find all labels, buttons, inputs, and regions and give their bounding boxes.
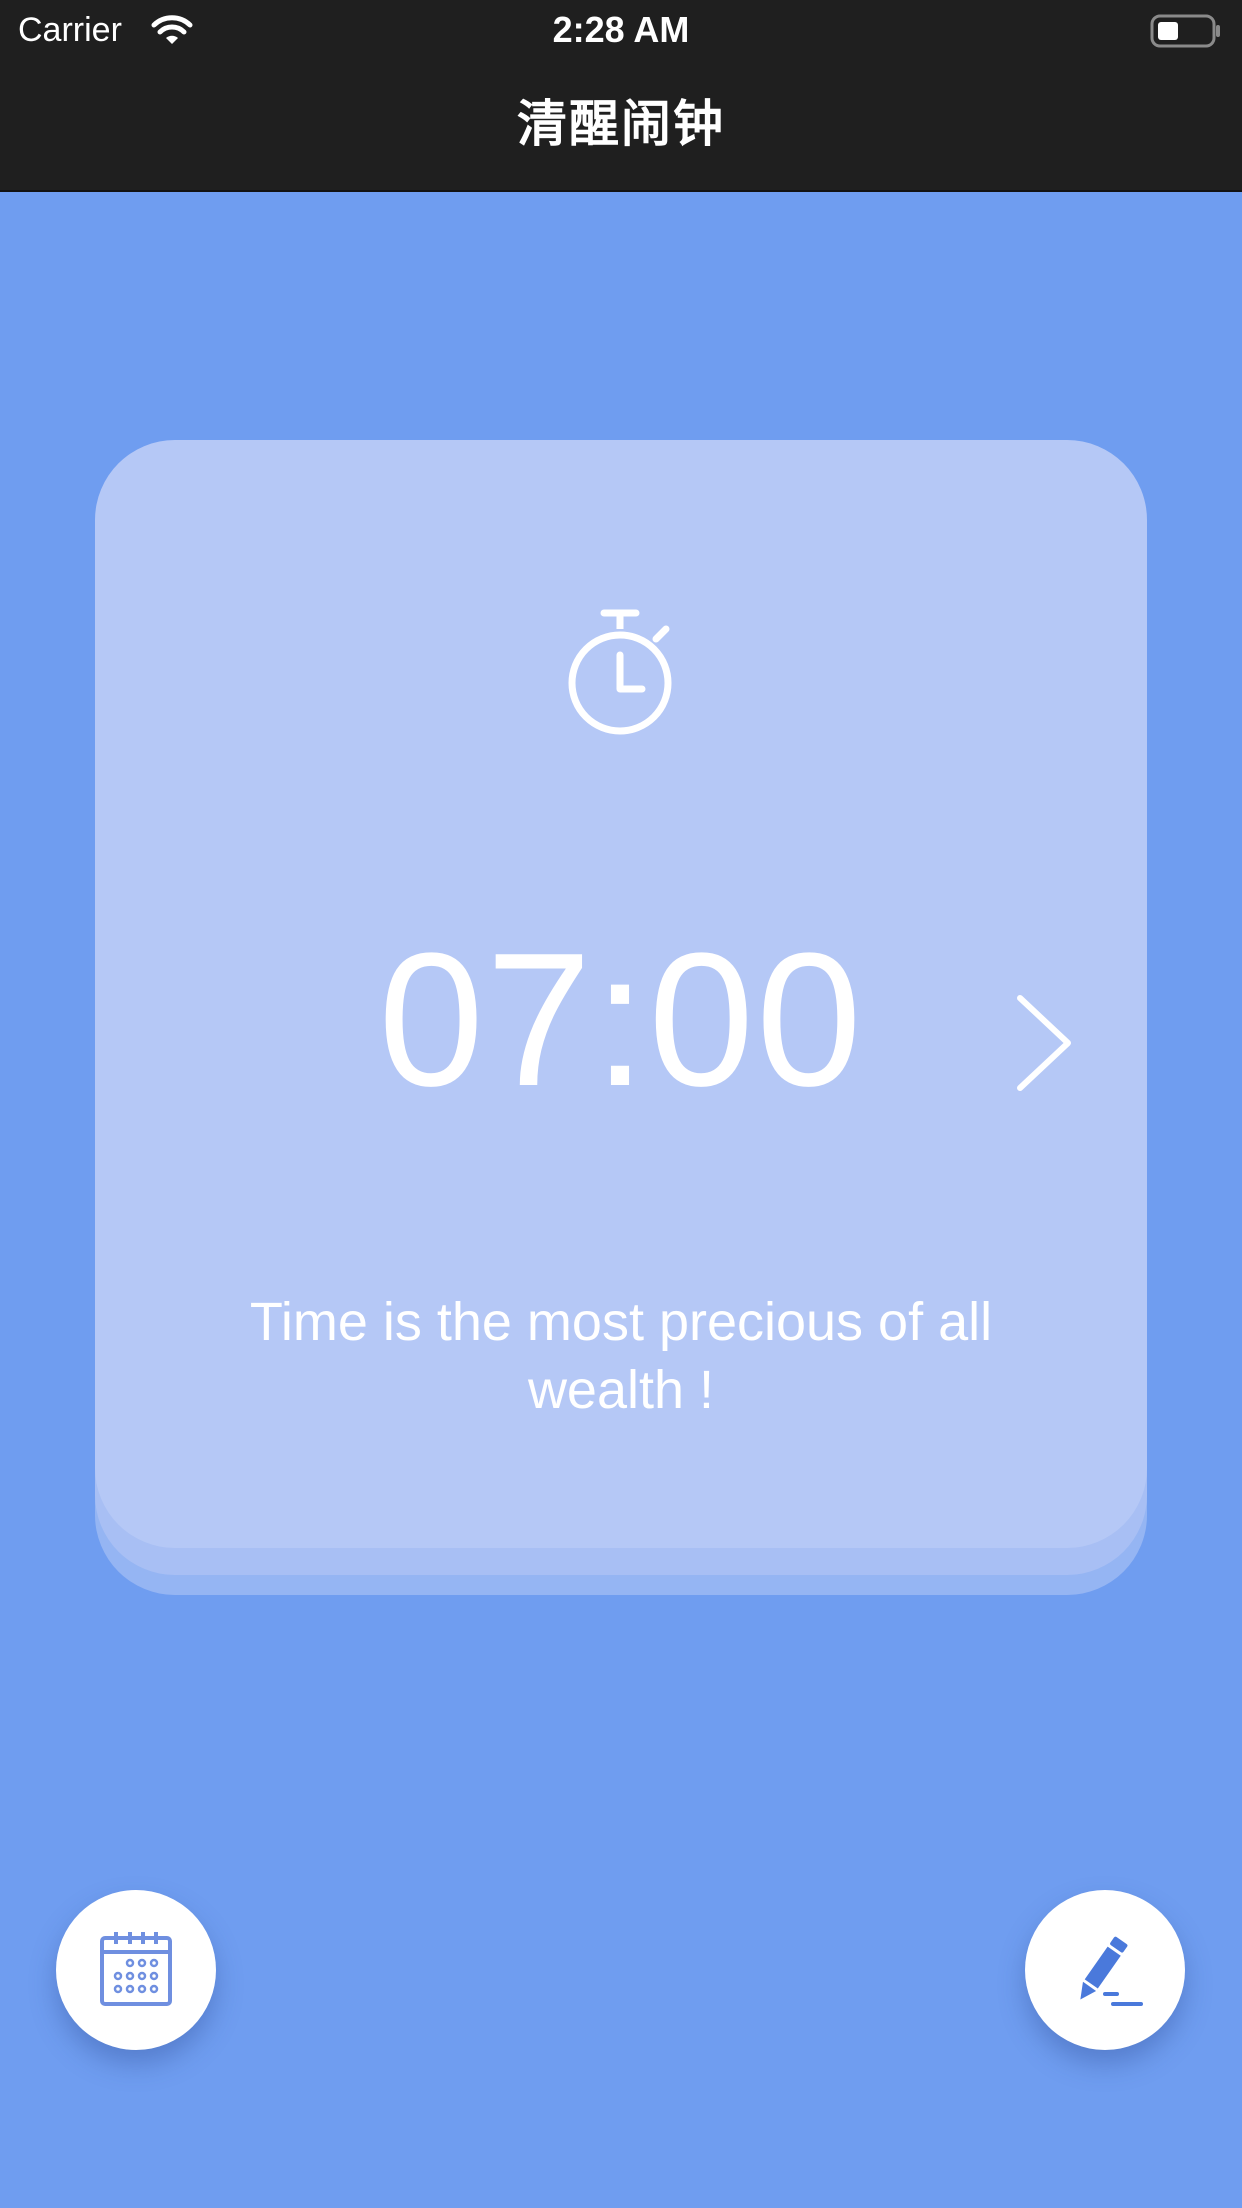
stopwatch-icon: [568, 609, 672, 735]
calendar-button[interactable]: [56, 1890, 216, 2050]
alarm-card[interactable]: 07:00 Time is the most precious of all w…: [95, 440, 1147, 1548]
battery-icon: [1150, 14, 1220, 48]
motivation-quote: Time is the most precious of all wealth …: [249, 1292, 993, 1420]
page-title: 清醒闹钟: [517, 96, 725, 152]
alarm-card-stack: 07:00 Time is the most precious of all w…: [95, 440, 1147, 1595]
navigation-bar: 清醒闹钟: [0, 60, 1242, 192]
alarm-time[interactable]: 07:00: [95, 920, 1147, 1120]
edit-pencil-icon: [1080, 1936, 1143, 2006]
calendar-icon: [100, 1932, 172, 2006]
status-bar: Carrier 2:28 AM: [0, 0, 1242, 60]
edit-button[interactable]: [1025, 1890, 1185, 2050]
status-time: 2:28 AM: [552, 9, 690, 50]
chevron-right-icon[interactable]: [1010, 988, 1080, 1098]
